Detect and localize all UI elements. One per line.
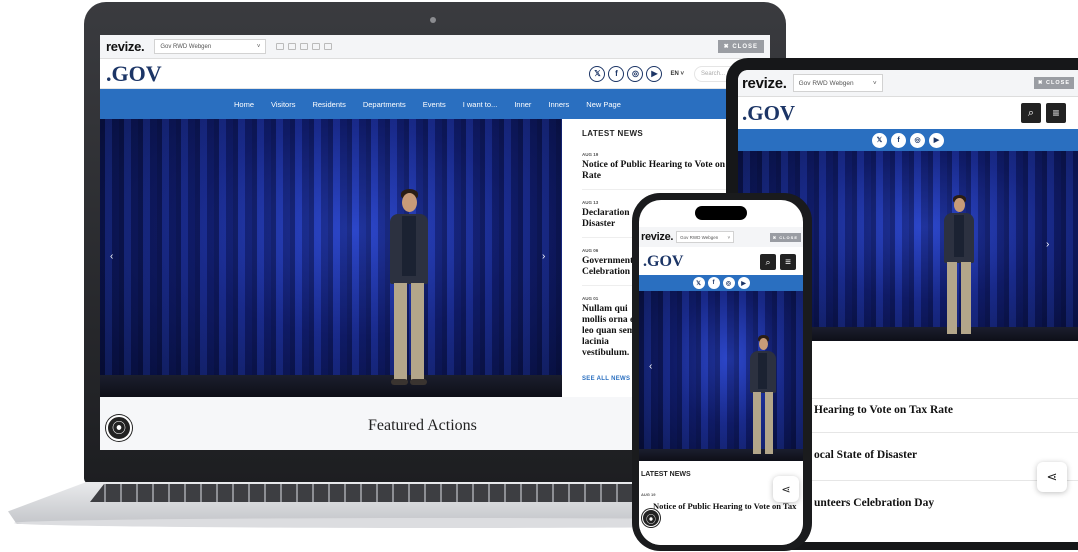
nav-item-events[interactable]: Events [423,100,446,109]
x-twitter-icon[interactable]: 𝕏 [589,65,606,82]
featured-actions-title: Featured Actions [368,417,477,434]
gov-logo[interactable]: .GOV [742,101,795,126]
site-header: .GOV 𝕏 f ◎ ▶ EN ˅ Search... [100,59,770,89]
tablet-preview-icon[interactable] [300,43,309,50]
hero-prev-arrow[interactable]: ‹ [110,251,113,262]
stage-floor [100,375,562,397]
nav-item-inners[interactable]: Inners [548,100,569,109]
x-twitter-icon[interactable]: 𝕏 [872,132,887,148]
site-select-value: Gov RWD Webgen [160,43,212,50]
revize-logo: revize. [106,39,145,54]
revize-toolbar: revize. Gov RWD Webgen ˅ ✖ CLOSE [100,35,770,59]
close-button[interactable]: ✖ CLOSE [1033,77,1074,89]
social-links: 𝕏 f ◎ ▶ [738,129,1078,151]
close-button[interactable]: ✖ CLOSE [717,40,764,53]
share-icon[interactable]: ⋖ [1037,462,1067,492]
phone-preview-icon[interactable] [312,43,321,50]
chevron-down-icon: ˅ [256,43,261,50]
small-phone-preview-icon[interactable] [324,43,333,50]
laptop-preview-icon[interactable] [288,43,297,50]
hero-next-arrow[interactable]: › [1046,239,1049,250]
nav-item-residents[interactable]: Residents [312,100,345,109]
youtube-icon[interactable]: ▶ [737,277,750,289]
site-select-value: Gov RWD Webgen [798,79,854,87]
x-twitter-icon[interactable]: 𝕏 [692,277,705,289]
menu-button[interactable]: ≡ [1046,103,1066,123]
search-button[interactable]: ⌕ [1021,103,1041,123]
site-select[interactable]: Gov RWD Webgen ˅ [792,74,883,92]
facebook-icon[interactable]: f [891,132,906,148]
main-nav: Home Visitors Residents Departments Even… [100,89,770,119]
revize-toolbar: revize. Gov RWD Webgen ˅ ✖ CLOSE [639,227,803,247]
menu-button[interactable]: ≡ [780,254,796,270]
site-select[interactable]: Gov RWD Webgen ˅ [676,231,735,243]
nav-item-departments[interactable]: Departments [363,100,406,109]
speaker-figure [743,335,783,459]
site-header: .GOV ⌕ ≡ [639,251,803,273]
language-select[interactable]: EN ˅ [670,71,684,77]
phone-dynamic-island [695,206,747,220]
phone-screen: revize. Gov RWD Webgen ˅ ✖ CLOSE .GOV ⌕ … [639,200,803,545]
latest-news-panel: LATEST NEWS AUG 19 Notice of Public Hear… [639,461,803,545]
youtube-icon[interactable]: ▶ [929,132,944,148]
speaker-figure [378,189,438,395]
revize-toolbar: revize. Gov RWD Webgen ˅ ✖ CLOSE [738,70,1078,97]
instagram-icon[interactable]: ◎ [910,132,925,148]
revize-logo: revize. [641,231,674,243]
social-links: 𝕏 f ◎ ▶ [589,65,663,82]
facebook-icon[interactable]: f [707,277,720,289]
instagram-icon[interactable]: ◎ [722,277,735,289]
chevron-down-icon: ˅ [727,234,731,240]
facebook-icon[interactable]: f [608,65,625,82]
search-button[interactable]: ⌕ [760,254,776,270]
curtain-backdrop [100,119,562,397]
hero-next-arrow[interactable]: › [542,251,545,262]
site-header: .GOV ⌕ ≡ [738,97,1078,129]
device-mockup-stage: revize. Gov RWD Webgen ˅ ✖ CLOSE .GOV 𝕏 … [0,0,1078,552]
nav-item-home[interactable]: Home [234,100,254,109]
hero-image: ‹ › [100,119,562,397]
device-preview-icons [276,43,333,50]
revize-logo: revize. [742,74,787,92]
gov-logo[interactable]: .GOV [106,61,162,87]
share-icon[interactable]: ⋖ [773,476,799,502]
site-select-value: Gov RWD Webgen [680,234,719,240]
accessibility-icon[interactable]: ⦿ [642,509,660,527]
hero-image: ‹ [639,291,803,461]
nav-item-visitors[interactable]: Visitors [271,100,295,109]
news-title[interactable]: Notice of Public Hearing to Vote on Tax [641,501,801,511]
instagram-icon[interactable]: ◎ [627,65,644,82]
social-links: 𝕏 f ◎ ▶ [639,275,803,291]
nav-item-i-want-to[interactable]: I want to... [463,100,498,109]
speaker-figure [934,195,984,341]
nav-item-inner[interactable]: Inner [514,100,531,109]
chevron-down-icon: ˅ [872,79,877,87]
site-select[interactable]: Gov RWD Webgen ˅ [154,39,267,54]
hero-prev-arrow[interactable]: ‹ [649,361,652,372]
close-button[interactable]: ✖ CLOSE [769,232,801,242]
accessibility-icon[interactable]: ⦿ [106,415,132,441]
laptop-camera [430,17,436,23]
nav-item-new-page[interactable]: New Page [586,100,621,109]
gov-logo[interactable]: .GOV [643,253,683,271]
desktop-preview-icon[interactable] [276,43,285,50]
youtube-icon[interactable]: ▶ [646,65,663,82]
